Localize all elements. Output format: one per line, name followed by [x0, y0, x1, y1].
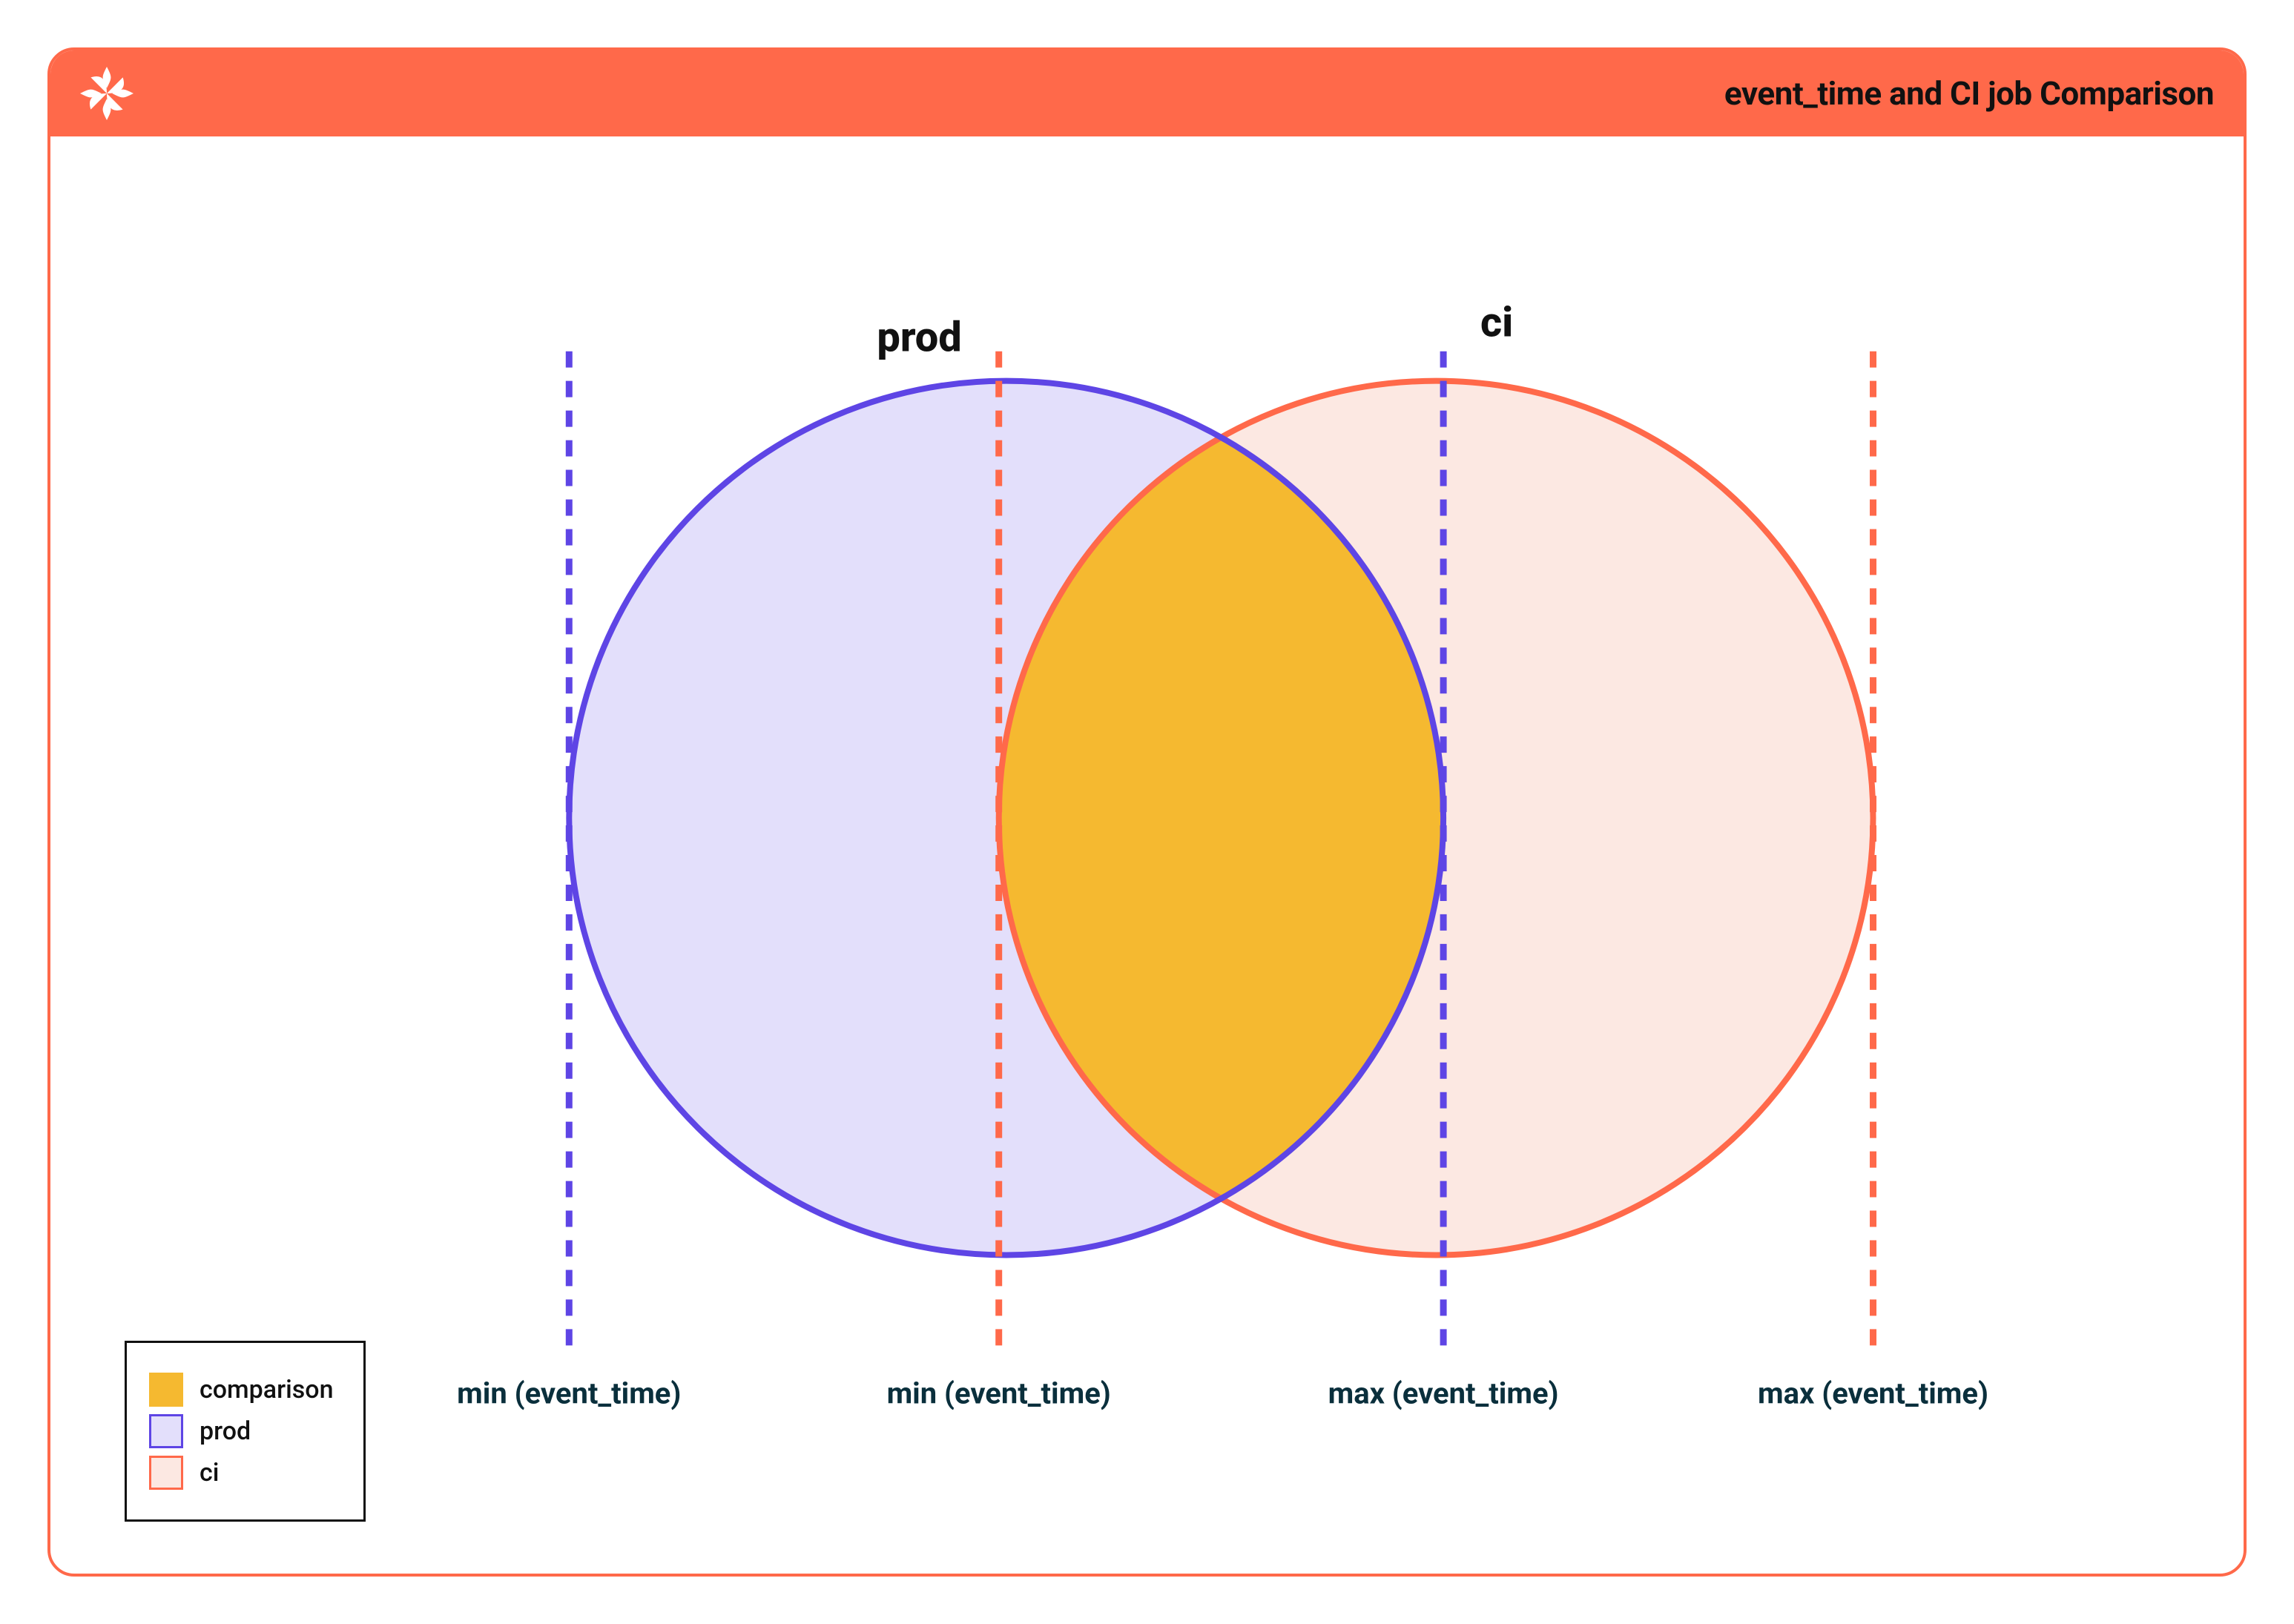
prod-label: prod — [877, 313, 961, 362]
diagram-canvas: prod ci min (event_time) min (event_time… — [50, 136, 2244, 1574]
legend-item-prod: prod — [149, 1414, 334, 1448]
legend-label-comparison: comparison — [200, 1375, 334, 1405]
legend-label-ci: ci — [200, 1458, 219, 1488]
ci-max-label: max (event_time) — [1758, 1376, 1988, 1410]
legend-label-prod: prod — [200, 1416, 251, 1446]
legend: comparison prod ci — [125, 1341, 366, 1522]
legend-item-ci: ci — [149, 1456, 334, 1490]
legend-swatch-comparison — [149, 1373, 183, 1407]
window-frame: event_time and CI job Comparison — [47, 47, 2247, 1577]
legend-item-comparison: comparison — [149, 1373, 334, 1407]
ci-min-label: min (event_time) — [887, 1376, 1111, 1410]
ci-label: ci — [1480, 298, 1513, 347]
window-title: event_time and CI job Comparison — [1724, 74, 2214, 113]
prod-min-label: min (event_time) — [457, 1376, 681, 1410]
window-titlebar: event_time and CI job Comparison — [50, 50, 2244, 136]
legend-swatch-prod — [149, 1414, 183, 1448]
prod-max-label: max (event_time) — [1328, 1376, 1559, 1410]
legend-swatch-ci — [149, 1456, 183, 1490]
x-logo-icon — [80, 67, 134, 120]
